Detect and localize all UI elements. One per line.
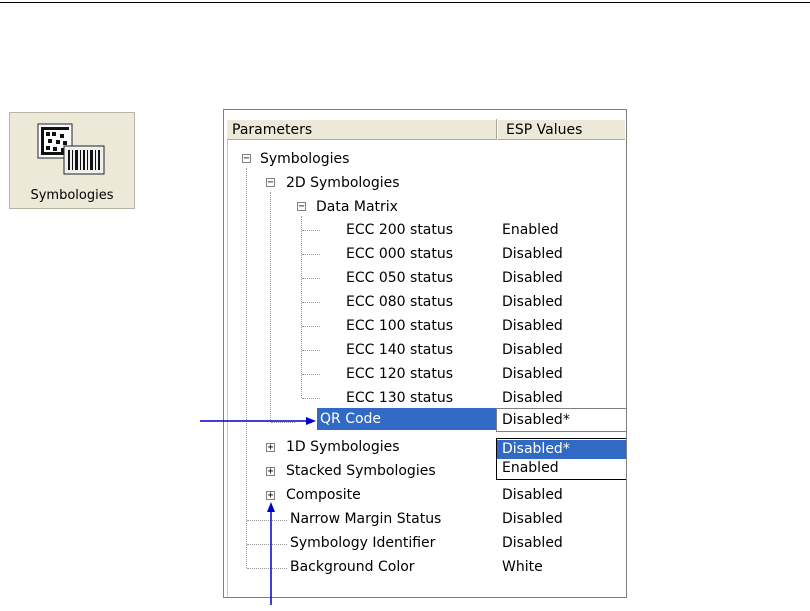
tree-node-data-matrix[interactable]: Data Matrix <box>316 196 398 218</box>
tree-line <box>270 192 271 422</box>
tree-branch <box>302 230 320 231</box>
left-scroll-edge <box>224 140 228 597</box>
column-separator[interactable] <box>496 119 498 140</box>
expand-1d-icon[interactable]: + <box>266 443 275 453</box>
composite-value[interactable]: Disabled <box>502 484 563 506</box>
expand-stacked-icon[interactable]: + <box>266 467 275 477</box>
dropdown-option-disabled[interactable]: Disabled* <box>497 440 626 459</box>
tree-node-symbology-identifier[interactable]: Symbology Identifier <box>290 532 435 554</box>
tree-node-composite[interactable]: Composite <box>286 484 361 506</box>
symbologies-barcode-icon <box>37 123 105 175</box>
tree-branch <box>247 544 287 545</box>
ecc-080-value[interactable]: Disabled <box>502 291 563 313</box>
tree-branch <box>302 302 320 303</box>
collapse-symbologies-icon[interactable]: − <box>242 154 251 164</box>
ecc-200-value[interactable]: Enabled <box>502 219 559 241</box>
symbologies-button[interactable]: Symbologies <box>9 112 135 209</box>
tree-node-ecc-000[interactable]: ECC 000 status <box>346 243 453 265</box>
tree-node-stacked-symbologies[interactable]: Stacked Symbologies <box>286 460 436 482</box>
tree-branch <box>302 254 320 255</box>
tree-line <box>301 216 302 398</box>
qr-code-dropdown-list[interactable]: Disabled* Enabled <box>496 438 626 480</box>
tree-branch <box>302 350 320 351</box>
tree-branch <box>302 398 320 399</box>
parameters-column-header[interactable]: Parameters <box>232 122 312 138</box>
dropdown-option-enabled[interactable]: Enabled <box>497 459 626 478</box>
tree-node-ecc-080[interactable]: ECC 080 status <box>346 291 453 313</box>
qr-code-value-dropdown[interactable]: Disabled* <box>496 408 626 432</box>
tree-node-symbologies[interactable]: Symbologies <box>260 148 349 170</box>
tree-branch <box>302 278 320 279</box>
tree-node-narrow-margin[interactable]: Narrow Margin Status <box>290 508 441 530</box>
collapse-data-matrix-icon[interactable]: − <box>297 202 306 212</box>
ecc-140-value[interactable]: Disabled <box>502 339 563 361</box>
symbology-identifier-value[interactable]: Disabled <box>502 532 563 554</box>
collapse-2d-icon[interactable]: − <box>266 178 275 188</box>
tree-node-ecc-140[interactable]: ECC 140 status <box>346 339 453 361</box>
ecc-000-value[interactable]: Disabled <box>502 243 563 265</box>
background-color-value[interactable]: White <box>502 556 543 578</box>
tree-node-1d-symbologies[interactable]: 1D Symbologies <box>286 436 400 458</box>
tree-node-ecc-100[interactable]: ECC 100 status <box>346 315 453 337</box>
tree-node-qr-code[interactable]: QR Code <box>320 408 381 430</box>
tree-node-ecc-200[interactable]: ECC 200 status <box>346 219 453 241</box>
expand-composite-icon[interactable]: + <box>266 491 275 501</box>
parameters-panel: Parameters ESP Values − Symbologies − 2D… <box>223 109 627 598</box>
symbologies-button-label: Symbologies <box>30 188 114 203</box>
tree-branch <box>302 326 320 327</box>
narrow-margin-value[interactable]: Disabled <box>502 508 563 530</box>
top-rule <box>0 2 810 3</box>
ecc-130-value[interactable]: Disabled <box>502 387 563 409</box>
tree-node-background-color[interactable]: Background Color <box>290 556 415 578</box>
tree-branch <box>302 374 320 375</box>
tree-node-2d-symbologies[interactable]: 2D Symbologies <box>286 172 400 194</box>
esp-values-column-header[interactable]: ESP Values <box>506 122 582 138</box>
tree-node-ecc-050[interactable]: ECC 050 status <box>346 267 453 289</box>
tree-node-ecc-120[interactable]: ECC 120 status <box>346 363 453 385</box>
tree-line <box>246 168 247 568</box>
ecc-050-value[interactable]: Disabled <box>502 267 563 289</box>
tree-node-ecc-130[interactable]: ECC 130 status <box>346 387 453 409</box>
tree-branch <box>271 422 295 423</box>
ecc-100-value[interactable]: Disabled <box>502 315 563 337</box>
tree-branch <box>247 568 287 569</box>
ecc-120-value[interactable]: Disabled <box>502 363 563 385</box>
tree-branch <box>247 520 287 521</box>
